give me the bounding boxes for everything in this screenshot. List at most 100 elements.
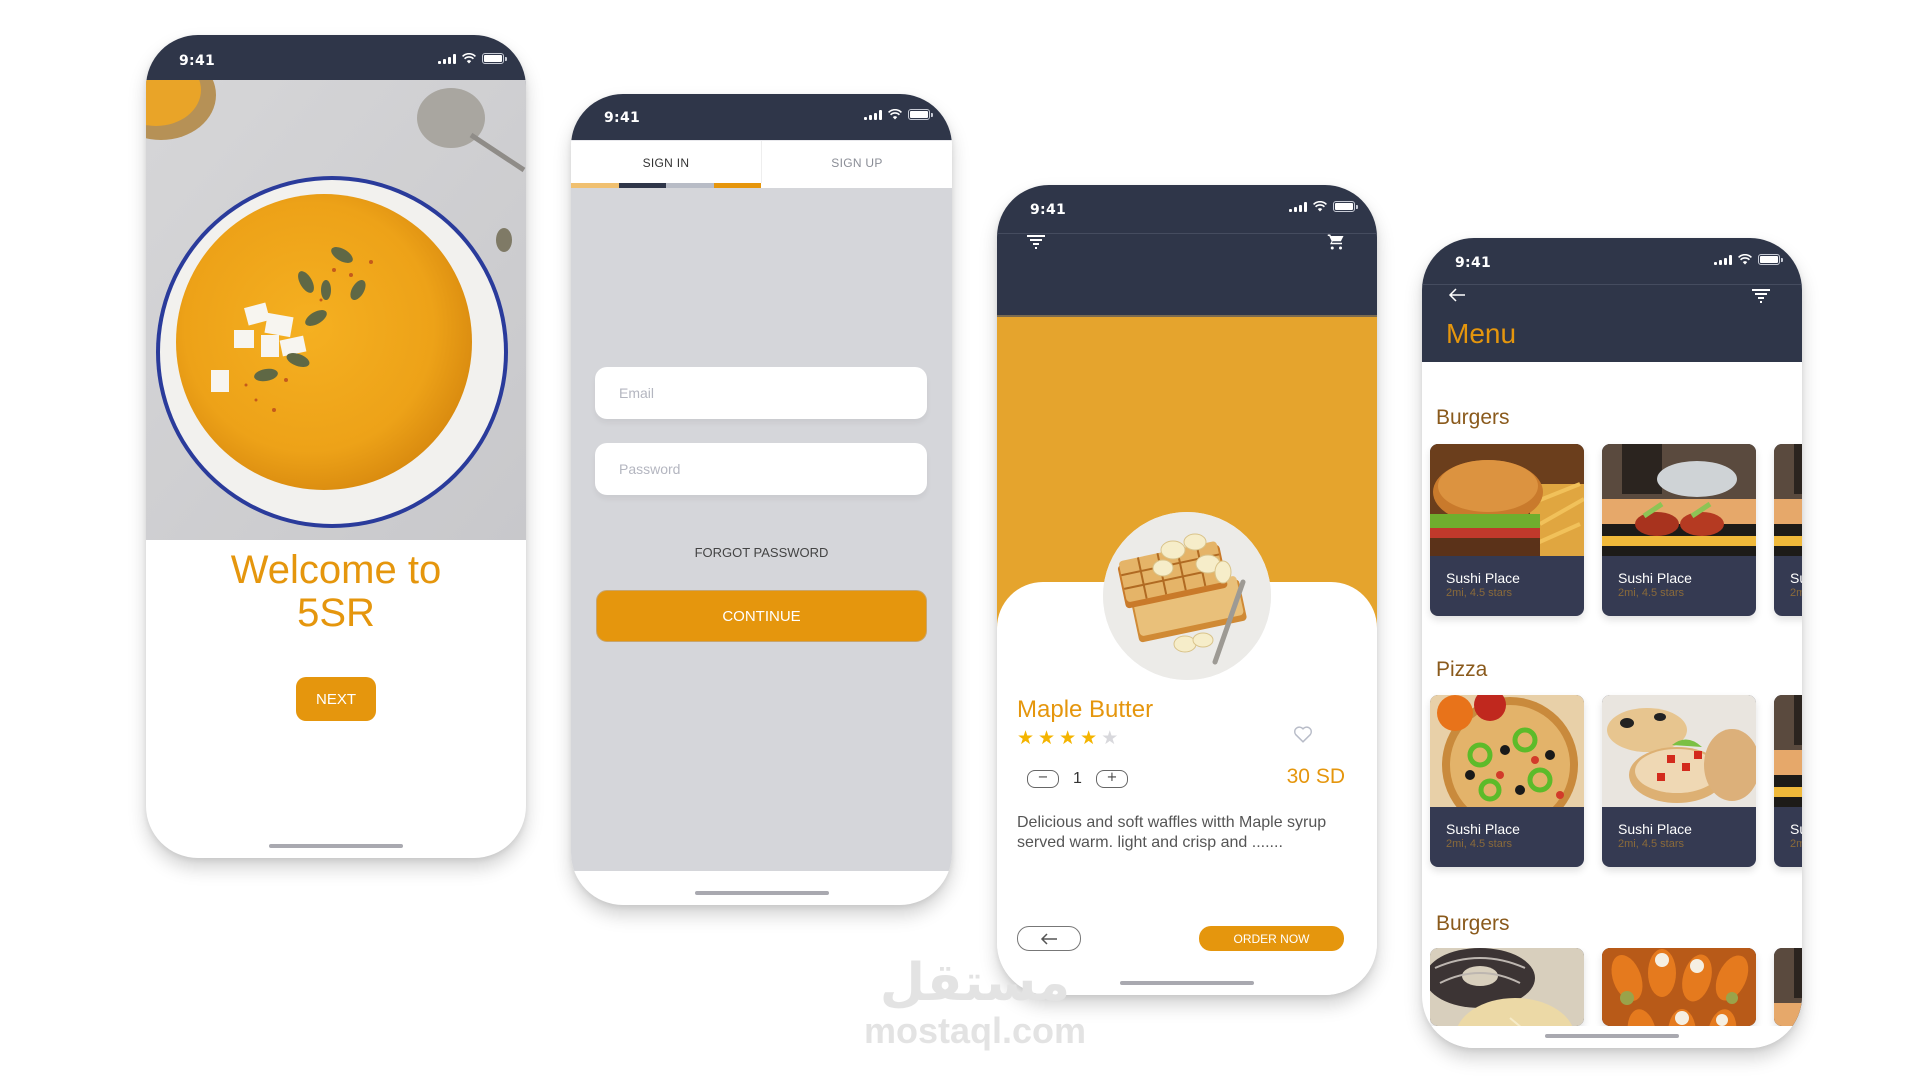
star-empty-icon[interactable]: ★ <box>1101 727 1118 749</box>
menu-item-image <box>1430 695 1584 833</box>
quantity-value: 1 <box>1073 770 1082 787</box>
status-time: 9:41 <box>604 110 641 126</box>
tab-sign-in[interactable]: SIGN IN <box>571 141 762 183</box>
menu-item-image <box>1602 444 1756 556</box>
signal-icon <box>864 109 882 120</box>
increase-quantity-button[interactable]: + <box>1095 770 1128 788</box>
menu-item-name: Sushi Place <box>1618 821 1692 837</box>
menu-item-info: Sushi Place2mi, 4.5 stars <box>1430 556 1584 616</box>
signal-icon <box>1714 254 1732 265</box>
signal-icon <box>438 53 456 64</box>
menu-item-meta: 2mi, 4.5 stars <box>1446 587 1513 599</box>
status-bar: 9:41 <box>1422 238 1802 284</box>
product-title: Maple Butter <box>1017 696 1154 723</box>
menu-item-meta: 2mi, 4.5 stars <box>1790 587 1802 599</box>
star-filled-icon[interactable]: ★ <box>1059 727 1076 749</box>
product-price: 30 SD <box>1286 765 1345 788</box>
menu-row <box>1430 948 1802 1026</box>
hero-image-soup <box>146 80 526 540</box>
menu-item-info: Sushi Place2mi, 4.5 stars <box>1774 807 1802 867</box>
filter-icon[interactable] <box>1752 289 1770 303</box>
menu-item-image <box>1774 444 1802 556</box>
status-bar: 9:41 <box>571 94 952 140</box>
tab-sign-up[interactable]: SIGN UP <box>762 141 952 183</box>
menu-item-card[interactable]: Sushi Place2mi, 4.5 stars <box>1430 695 1584 867</box>
decrease-quantity-button[interactable]: − <box>1027 770 1059 788</box>
home-indicator <box>694 891 829 895</box>
status-time: 9:41 <box>1455 255 1492 271</box>
menu-item-image <box>1774 948 1802 1026</box>
menu-item-meta: 2mi, 4.5 stars <box>1790 838 1802 850</box>
menu-item-info: Sushi Place2mi, 4.5 stars <box>1774 556 1802 616</box>
password-field[interactable] <box>595 443 927 495</box>
status-bar: 9:41 <box>997 185 1377 233</box>
star-filled-icon[interactable]: ★ <box>1080 727 1097 749</box>
menu-item-name: Sushi Place <box>1790 821 1802 837</box>
back-arrow-icon[interactable] <box>1448 288 1466 302</box>
signin-form-area <box>571 188 952 871</box>
section-title: Pizza <box>1436 658 1488 681</box>
menu-item-name: Sushi Place <box>1446 570 1520 586</box>
back-button[interactable] <box>1017 926 1081 951</box>
battery-icon <box>1333 201 1358 212</box>
menu-item-name: Sushi Place <box>1618 570 1692 586</box>
home-indicator <box>1120 981 1254 985</box>
star-filled-icon[interactable]: ★ <box>1017 727 1034 749</box>
menu-item-card[interactable]: Sushi Place2mi, 4.5 stars <box>1430 444 1584 616</box>
welcome-screen-phone: 9:41 Welcome to 5SR NEXT <box>146 35 526 858</box>
filter-icon[interactable] <box>1027 235 1045 249</box>
menu-row: Sushi Place 2mi, 4.5 stars Sushi Place 2mi,… <box>1430 695 1802 867</box>
wifi-icon <box>1738 254 1752 265</box>
menu-item-name: Sushi Place <box>1790 570 1802 586</box>
status-time: 9:41 <box>179 53 216 69</box>
battery-icon <box>1758 254 1783 265</box>
menu-item-info: Sushi Place2mi, 4.5 stars <box>1602 556 1756 616</box>
welcome-title: Welcome to 5SR <box>146 549 526 635</box>
favorite-heart-icon[interactable] <box>1292 723 1314 745</box>
app-name: 5SR <box>297 591 375 635</box>
menu-item-info: Sushi Place2mi, 4.5 stars <box>1602 807 1756 867</box>
forgot-password-link[interactable]: FORGOT PASSWORD <box>571 545 952 560</box>
signal-icon <box>1289 201 1307 212</box>
menu-item-image <box>1430 948 1584 1026</box>
product-detail-phone: 9:41 Maple Butter ★ ★ ★ ★ ★ − 1 + 30 SD … <box>997 185 1377 995</box>
menu-item-card[interactable]: Sushi Place2mi, 4.5 stars <box>1774 444 1802 616</box>
cart-icon[interactable] <box>1327 233 1345 251</box>
order-now-button[interactable]: ORDER NOW <box>1199 926 1344 951</box>
wifi-icon <box>462 53 476 64</box>
menu-item-card[interactable]: Sushi Place2mi, 4.5 stars <box>1602 444 1756 616</box>
rating-stars: ★ ★ ★ ★ ★ <box>1017 727 1118 749</box>
welcome-title-line1: Welcome to <box>230 548 442 592</box>
menu-item-card[interactable] <box>1774 948 1802 1026</box>
menu-item-meta: 2mi, 4.5 stars <box>1618 587 1685 599</box>
quantity-stepper: − 1 + <box>1027 770 1128 788</box>
section-title: Burgers <box>1436 406 1510 429</box>
battery-icon <box>908 109 933 120</box>
product-description: Delicious and soft waffles witth Maple s… <box>1017 814 1327 851</box>
menu-row: Sushi Place 2mi, 4.5 stars Sushi Place 2mi,… <box>1430 444 1802 616</box>
wifi-icon <box>888 109 902 120</box>
battery-icon <box>482 53 507 64</box>
menu-item-card[interactable] <box>1430 948 1584 1026</box>
wifi-icon <box>1313 201 1327 212</box>
menu-item-card[interactable]: Sushi Place2mi, 4.5 stars <box>1602 695 1756 867</box>
continue-button[interactable]: CONTINUE <box>596 590 927 642</box>
menu-item-image <box>1774 695 1802 807</box>
menu-item-card[interactable]: Sushi Place2mi, 4.5 stars <box>1774 695 1802 867</box>
menu-item-name: Sushi Place <box>1446 821 1520 837</box>
signin-screen-phone: 9:41 SIGN IN SIGN UP FORGOT PASSWORD CON… <box>571 94 952 905</box>
auth-tabs: SIGN IN SIGN UP <box>571 140 952 183</box>
home-indicator <box>269 844 403 848</box>
watermark-url: mostaql.com <box>863 1010 1087 1051</box>
menu-item-image <box>1430 444 1584 556</box>
menu-item-meta: 2mi, 4.5 stars <box>1446 838 1513 850</box>
star-filled-icon[interactable]: ★ <box>1038 727 1055 749</box>
section-title: Burgers <box>1436 912 1510 935</box>
menu-title: Menu <box>1446 318 1517 349</box>
menu-item-card[interactable] <box>1602 948 1756 1026</box>
status-time: 9:41 <box>1030 202 1067 218</box>
email-field[interactable] <box>595 367 927 419</box>
next-button[interactable]: NEXT <box>296 677 376 721</box>
menu-item-image <box>1602 695 1756 807</box>
menu-item-meta: 2mi, 4.5 stars <box>1618 838 1685 850</box>
